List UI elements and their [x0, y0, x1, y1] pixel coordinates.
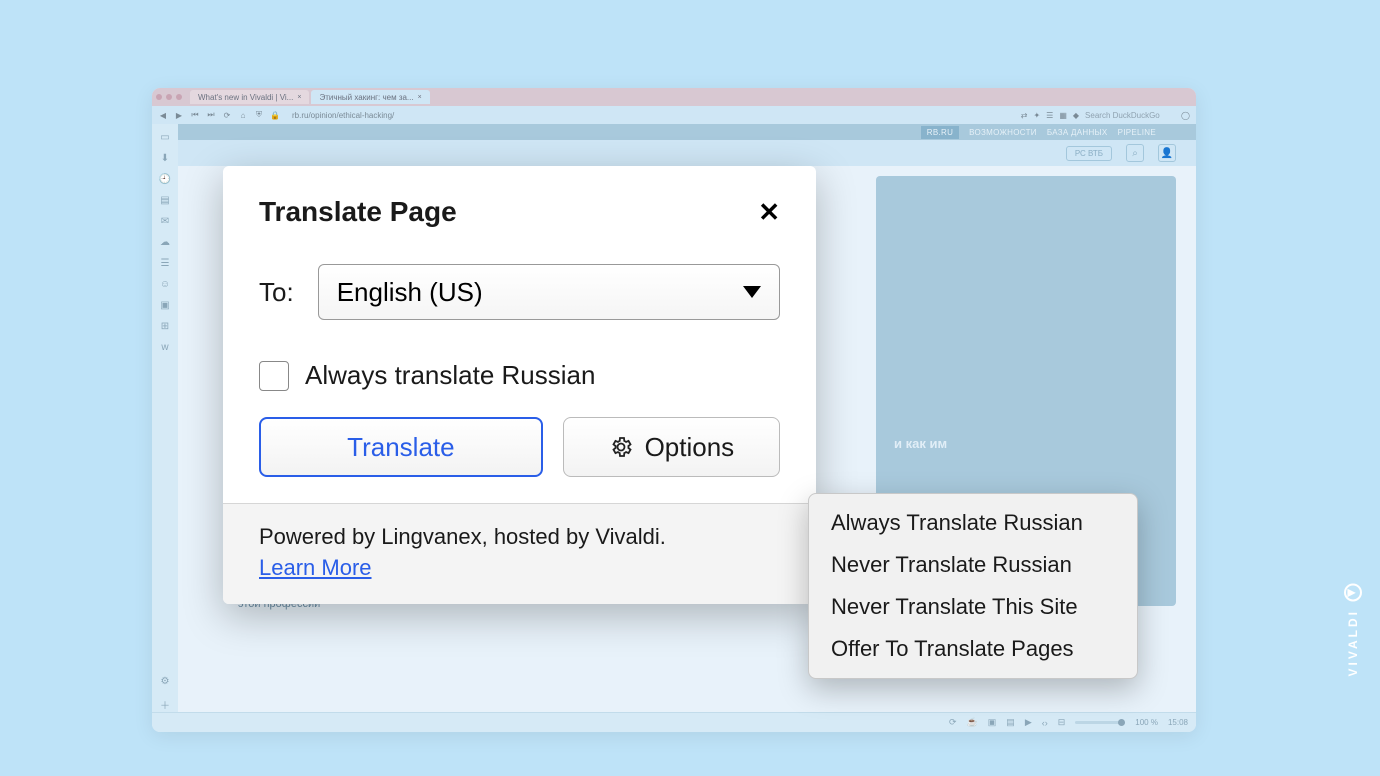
tasks-panel-icon[interactable]: ▣: [160, 300, 169, 311]
menu-item-offer-translate[interactable]: Offer To Translate Pages: [809, 628, 1137, 670]
reader-icon[interactable]: ✦: [1033, 111, 1040, 120]
sidebar-card-headline: и как им: [894, 436, 1158, 451]
shield-icon[interactable]: ⛨: [254, 110, 264, 120]
clock: 15:08: [1168, 718, 1188, 727]
qr-icon[interactable]: ▦: [1059, 111, 1067, 120]
profile-avatar[interactable]: ◯: [1181, 111, 1190, 120]
bookmarks-panel-icon[interactable]: ▭: [160, 132, 169, 143]
options-button-label: Options: [645, 432, 735, 463]
images-toggle-icon[interactable]: ▶: [1025, 717, 1032, 728]
address-bar: ◀ ▶ ⏮ ⏭ ⟳ ⌂ ⛨ 🔒 rb.ru/opinion/ethical-ha…: [152, 106, 1196, 124]
menu-item-never-translate-site[interactable]: Never Translate This Site: [809, 586, 1137, 628]
promo-pill[interactable]: РС ВТБ: [1066, 146, 1112, 161]
learn-more-link[interactable]: Learn More: [259, 555, 372, 580]
minimize-window-dot[interactable]: [166, 94, 172, 100]
tab-label: Этичный хакинг: чем за...: [319, 93, 413, 102]
maximize-window-dot[interactable]: [176, 94, 182, 100]
close-icon[interactable]: ×: [418, 94, 422, 101]
site-nav-primary: RB.RU ВОЗМОЖНОСТИ БАЗА ДАННЫХ PIPELINE: [178, 124, 1196, 140]
back-icon[interactable]: ◀: [158, 111, 168, 120]
footer-text: Powered by Lingvanex, hosted by Vivaldi.: [259, 524, 666, 549]
add-panel-icon[interactable]: ＋: [160, 697, 170, 712]
vivaldi-brand: VIVALDI ▶: [1344, 583, 1362, 676]
lock-icon: 🔒: [270, 111, 280, 120]
mail-panel-icon[interactable]: ✉: [161, 216, 169, 227]
forward-icon[interactable]: ▶: [174, 111, 184, 120]
translate-button[interactable]: Translate: [259, 417, 543, 477]
site-nav-item[interactable]: RB.RU: [921, 126, 959, 139]
close-icon[interactable]: ×: [297, 94, 301, 101]
site-nav-item[interactable]: PIPELINE: [1118, 128, 1156, 137]
history-panel-icon[interactable]: 🕘: [159, 174, 171, 185]
search-engine-icon[interactable]: ◆: [1073, 111, 1079, 120]
translate-dialog: Translate Page ✕ To: English (US) Always…: [223, 166, 816, 604]
user-icon[interactable]: 👤: [1158, 144, 1176, 162]
menu-item-always-translate[interactable]: Always Translate Russian: [809, 502, 1137, 544]
fast-forward-icon[interactable]: ⏭: [206, 110, 216, 120]
capture-icon[interactable]: ▣: [988, 717, 997, 728]
break-icon[interactable]: ☕: [967, 717, 978, 728]
tiling-icon[interactable]: ▤: [1006, 717, 1015, 728]
side-panel: ▭ ⬇ 🕘 ▤ ✉ ☁ ☰ ☺ ▣ ⊞ w ⚙ ＋: [152, 124, 178, 712]
sync-icon[interactable]: ⟳: [949, 717, 957, 728]
search-icon[interactable]: ⌕: [1126, 144, 1144, 162]
tab-label: What's new in Vivaldi | Vi...: [198, 93, 293, 102]
always-translate-checkbox[interactable]: [259, 361, 289, 391]
language-select[interactable]: English (US): [318, 264, 780, 320]
notes-panel-icon[interactable]: ▤: [160, 195, 169, 206]
site-nav-secondary: РС ВТБ ⌕ 👤: [178, 140, 1196, 166]
brand-text: VIVALDI: [1346, 609, 1360, 676]
url-field[interactable]: rb.ru/opinion/ethical-hacking/: [286, 111, 400, 120]
calendar-panel-icon[interactable]: ☰: [161, 258, 170, 269]
zoom-reset-icon[interactable]: ⊟: [1058, 717, 1066, 728]
dialog-title: Translate Page: [259, 196, 457, 228]
settings-panel-icon[interactable]: ⚙: [161, 676, 170, 687]
close-icon[interactable]: ✕: [758, 199, 780, 225]
gear-icon: [609, 435, 633, 459]
chevron-down-icon: [743, 286, 761, 298]
dialog-footer: Powered by Lingvanex, hosted by Vivaldi.…: [223, 503, 816, 604]
always-translate-label: Always translate Russian: [305, 360, 595, 391]
window-controls[interactable]: [156, 94, 182, 100]
site-nav-item[interactable]: ВОЗМОЖНОСТИ: [969, 128, 1037, 137]
feeds-panel-icon[interactable]: ☁: [160, 237, 170, 248]
zoom-slider[interactable]: [1075, 721, 1125, 724]
reload-icon[interactable]: ⟳: [222, 111, 232, 120]
vivaldi-logo-icon: ▶: [1344, 583, 1362, 601]
language-select-value: English (US): [337, 277, 483, 308]
rewind-icon[interactable]: ⏮: [190, 110, 200, 120]
downloads-panel-icon[interactable]: ⬇: [161, 153, 169, 164]
page-actions-icon[interactable]: ‹›: [1042, 718, 1048, 728]
translate-panel-icon[interactable]: ⊞: [161, 321, 169, 332]
options-button[interactable]: Options: [563, 417, 780, 477]
close-window-dot[interactable]: [156, 94, 162, 100]
contacts-panel-icon[interactable]: ☺: [160, 279, 170, 290]
window-panel-icon[interactable]: w: [161, 342, 168, 353]
search-field[interactable]: Search DuckDuckGo: [1085, 111, 1175, 120]
tab-1[interactable]: What's new in Vivaldi | Vi... ×: [190, 90, 309, 104]
translate-icon[interactable]: ⇄: [1021, 111, 1028, 120]
zoom-value: 100 %: [1135, 718, 1158, 727]
menu-item-never-translate-lang[interactable]: Never Translate Russian: [809, 544, 1137, 586]
tab-bar: What's new in Vivaldi | Vi... × Этичный …: [152, 88, 1196, 106]
status-bar: ⟳ ☕ ▣ ▤ ▶ ‹› ⊟ 100 % 15:08: [152, 712, 1196, 732]
translate-button-label: Translate: [347, 432, 454, 463]
tab-2[interactable]: Этичный хакинг: чем за... ×: [311, 90, 429, 104]
bookmark-icon[interactable]: ☰: [1046, 111, 1053, 120]
site-nav-item[interactable]: БАЗА ДАННЫХ: [1047, 128, 1108, 137]
home-icon[interactable]: ⌂: [238, 111, 248, 120]
to-label: To:: [259, 277, 294, 308]
options-context-menu: Always Translate Russian Never Translate…: [808, 493, 1138, 679]
